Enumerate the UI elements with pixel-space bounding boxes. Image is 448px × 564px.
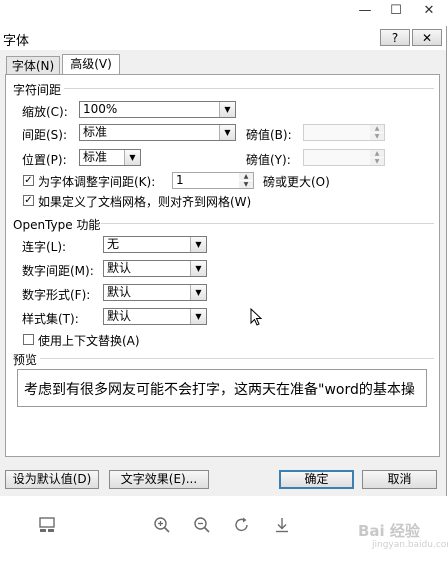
ok-button[interactable]: 确定 <box>279 470 354 489</box>
kerning-label: 为字体调整字间距(K): <box>38 175 156 189</box>
spin-down-icon[interactable]: ▼ <box>239 181 253 188</box>
tab-font[interactable]: 字体(N) <box>6 56 60 74</box>
num-forms-combo[interactable]: 默认 ▼ <box>103 284 207 301</box>
window-maximize-button[interactable]: ☐ <box>381 0 411 22</box>
num-forms-label: 数字形式(F): <box>22 288 91 302</box>
zoom-out-icon[interactable] <box>192 516 212 536</box>
position-by-spinner[interactable]: ▲ ▼ <box>303 149 385 166</box>
num-forms-value: 默认 <box>107 285 132 299</box>
scale-combo[interactable]: 100% ▼ <box>79 101 236 118</box>
position-combo[interactable]: 标准 ▼ <box>79 149 141 166</box>
baidu-watermark-sub: jingyan.baidu.com <box>372 540 448 550</box>
font-dialog: 字体 ? ✕ 字体(N) 高级(V) 字符间距 缩放(C): 100% ▼ 间距… <box>0 26 447 496</box>
preview-box: 考虑到有很多网友可能不会打字，这两天在准备"word的基本操 <box>17 369 427 407</box>
window-close-button[interactable]: ✕ <box>414 0 444 22</box>
spacing-label: 间距(S): <box>22 128 68 142</box>
spacing-by-label: 磅值(B): <box>246 128 292 142</box>
spacing-value: 标准 <box>83 125 108 139</box>
spacing-combo[interactable]: 标准 ▼ <box>79 124 236 141</box>
spin-down-icon[interactable]: ▼ <box>370 158 384 165</box>
spin-down-icon[interactable]: ▼ <box>370 133 384 140</box>
dialog-titlebar: 字体 ? ✕ <box>0 26 446 50</box>
kerning-suffix: 磅或更大(O) <box>263 175 330 189</box>
stylistic-combo[interactable]: 默认 ▼ <box>103 308 207 325</box>
cancel-button[interactable]: 取消 <box>362 470 437 489</box>
rotate-icon[interactable] <box>232 516 252 536</box>
spacing-by-spinner[interactable]: ▲ ▼ <box>303 124 385 141</box>
divider <box>64 88 434 89</box>
grid-checkbox[interactable]: ✓ <box>23 195 34 206</box>
stylistic-label: 样式集(T): <box>22 312 79 326</box>
ligatures-combo[interactable]: 无 ▼ <box>103 236 207 253</box>
chevron-down-icon[interactable]: ▼ <box>124 150 140 165</box>
help-button[interactable]: ? <box>380 29 410 46</box>
ligatures-label: 连字(L): <box>22 240 67 254</box>
char-spacing-group-title: 字符间距 <box>13 83 62 97</box>
preview-text: 考虑到有很多网友可能不会打字，这两天在准备"word的基本操 <box>24 382 415 398</box>
spin-up-icon[interactable]: ▲ <box>370 150 384 157</box>
num-spacing-combo[interactable]: 默认 ▼ <box>103 260 207 277</box>
kerning-spinner[interactable]: 1 ▲ ▼ <box>172 172 254 189</box>
kerning-value: 1 <box>176 173 184 187</box>
ligatures-value: 无 <box>107 237 120 251</box>
baidu-watermark: Bai 经验 <box>358 522 420 540</box>
window-minimize-button[interactable]: — <box>350 0 380 22</box>
divider <box>40 358 434 359</box>
chevron-down-icon[interactable]: ▼ <box>219 102 235 117</box>
opentype-group-title: OpenType 功能 <box>13 218 101 232</box>
position-value: 标准 <box>83 150 108 164</box>
kerning-checkbox[interactable]: ✓ <box>23 175 34 186</box>
num-spacing-value: 默认 <box>107 261 132 275</box>
chevron-down-icon[interactable]: ▼ <box>190 309 206 324</box>
mouse-cursor-icon <box>250 308 263 326</box>
set-default-button[interactable]: 设为默认值(D) <box>5 470 99 489</box>
tab-advanced[interactable]: 高级(V) <box>62 54 120 74</box>
position-label: 位置(P): <box>22 153 67 167</box>
zoom-in-icon[interactable] <box>152 516 172 536</box>
num-spacing-label: 数字间距(M): <box>22 264 94 278</box>
dialog-close-button[interactable]: ✕ <box>412 29 442 46</box>
dialog-title: 字体 <box>3 34 30 49</box>
contextual-label: 使用上下文替换(A) <box>38 334 140 348</box>
text-effects-button[interactable]: 文字效果(E)... <box>109 470 209 489</box>
chevron-down-icon[interactable]: ▼ <box>190 261 206 276</box>
grid-label: 如果定义了文档网格，则对齐到网格(W) <box>38 195 252 209</box>
chevron-down-icon[interactable]: ▼ <box>190 237 206 252</box>
chevron-down-icon[interactable]: ▼ <box>219 125 235 140</box>
stylistic-value: 默认 <box>107 309 132 323</box>
scale-label: 缩放(C): <box>22 105 68 119</box>
spin-up-icon[interactable]: ▲ <box>370 125 384 132</box>
download-icon[interactable] <box>272 516 292 536</box>
spin-up-icon[interactable]: ▲ <box>239 173 253 180</box>
divider <box>101 223 434 224</box>
chevron-down-icon[interactable]: ▼ <box>190 285 206 300</box>
contextual-checkbox[interactable] <box>23 334 34 345</box>
preview-group-title: 预览 <box>13 353 38 367</box>
scale-value: 100% <box>83 102 118 116</box>
position-by-label: 磅值(Y): <box>246 153 291 167</box>
layout-icon[interactable] <box>37 516 57 536</box>
